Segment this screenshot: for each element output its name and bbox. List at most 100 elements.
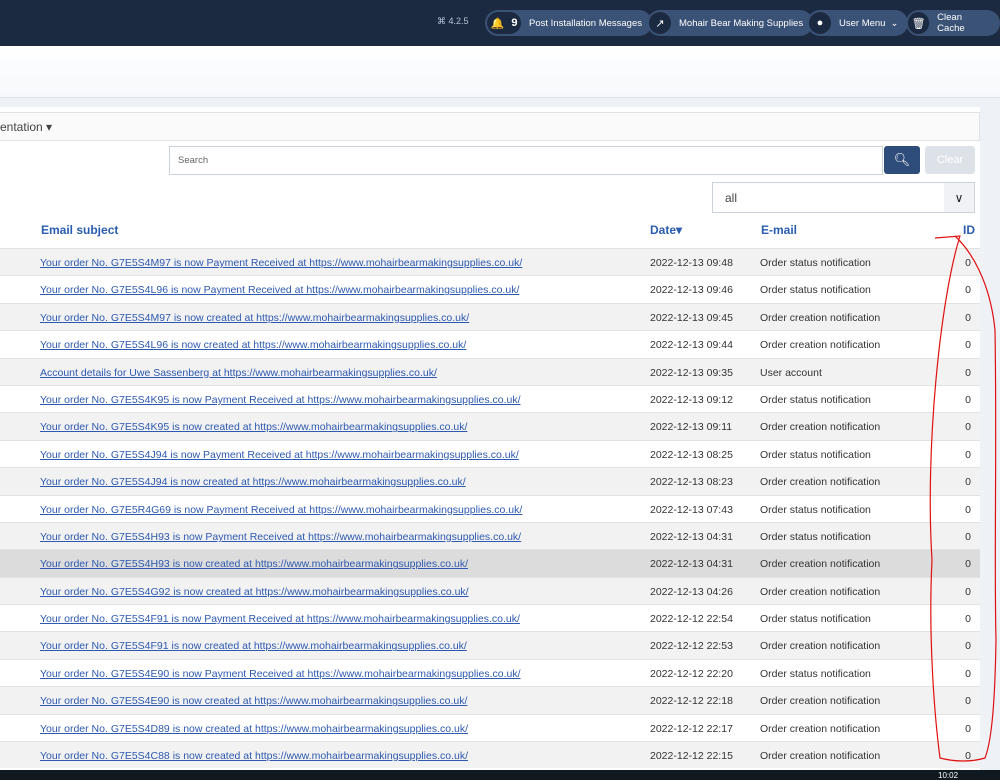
email-subject-link[interactable]: Your order No. G7E5S4K95 is now Payment … (40, 394, 521, 406)
subheader (0, 46, 1000, 98)
email-subject-link[interactable]: Your order No. G7E5S4E90 is now created … (40, 695, 467, 707)
email-subject-link[interactable]: Your order No. G7E5S4H93 is now Payment … (40, 531, 521, 543)
search-icon: 🔍︎ (893, 152, 911, 167)
date-cell: 2022-12-13 04:26 (650, 585, 733, 598)
id-cell: 0 (965, 722, 971, 735)
email-subject-link[interactable]: Your order No. G7E5S4H93 is now created … (40, 558, 468, 570)
id-cell: 0 (965, 393, 971, 406)
clean-cache-button[interactable]: 🗑 Clean Cache (906, 10, 1000, 36)
site-label: Mohair Bear Making Supplies (679, 17, 804, 29)
date-cell: 2022-12-13 08:23 (650, 476, 733, 489)
email-subject-link[interactable]: Your order No. G7E5S4M97 is now created … (40, 312, 469, 324)
email-type-cell: Order status notification (760, 530, 871, 543)
email-subject-link[interactable]: Your order No. G7E5S4K95 is now created … (40, 421, 467, 433)
id-cell: 0 (965, 558, 971, 571)
email-type-cell: Order creation notification (760, 476, 881, 489)
id-cell: 0 (965, 585, 971, 598)
email-subject-link[interactable]: Your order No. G7E5S4L96 is now Payment … (40, 284, 519, 296)
table-row[interactable]: Your order No. G7E5S4K95 is now Payment … (0, 384, 980, 413)
site-link-button[interactable]: ↗ Mohair Bear Making Supplies (647, 10, 814, 36)
taskbar-clock: 10:02 (938, 771, 959, 780)
filter-select[interactable]: all ∨ (712, 182, 975, 213)
id-cell: 0 (965, 257, 971, 269)
bell-icon: 🔔 9 (487, 12, 521, 34)
trash-icon: 🗑 (908, 12, 930, 34)
table-row[interactable]: Your order No. G7E5S4D89 is now created … (0, 713, 980, 742)
table-row[interactable]: Your order No. G7E5S4M97 is now Payment … (0, 248, 980, 276)
email-subject-link[interactable]: Your order No. G7E5S4D89 is now created … (40, 723, 468, 735)
email-subject-link[interactable]: Your order No. G7E5S4M97 is now Payment … (40, 257, 522, 269)
taskbar (0, 770, 1000, 780)
table-row[interactable]: Your order No. G7E5S4L96 is now Payment … (0, 275, 980, 303)
email-type-cell: Order creation notification (760, 695, 881, 708)
table-row[interactable]: Your order No. G7E5S4M97 is now created … (0, 302, 980, 331)
email-subject-link[interactable]: Account details for Uwe Sassenberg at ht… (40, 367, 437, 379)
table-row[interactable]: Your order No. G7E5S4H93 is now Payment … (0, 521, 980, 550)
date-cell: 2022-12-13 09:12 (650, 393, 733, 406)
table-row[interactable]: Your order No. G7E5S4H93 is now created … (0, 549, 980, 577)
email-type-cell: Order status notification (760, 613, 871, 626)
id-cell: 0 (965, 530, 971, 543)
id-cell: 0 (965, 640, 971, 653)
id-cell: 0 (965, 366, 971, 379)
email-type-cell: Order status notification (760, 503, 871, 516)
email-type-cell: Order creation notification (760, 585, 881, 598)
table-row[interactable]: Your order No. G7E5S4J94 is now Payment … (0, 439, 980, 468)
toolbar-dropdown[interactable]: entation ▾ (0, 112, 980, 141)
table-row[interactable]: Your order No. G7E5S4E90 is now created … (0, 686, 980, 714)
date-cell: 2022-12-13 04:31 (650, 530, 733, 543)
email-table: Your order No. G7E5S4M97 is now Payment … (0, 248, 980, 769)
column-header-subject[interactable]: Email subject (41, 223, 118, 237)
date-cell: 2022-12-13 09:11 (650, 421, 733, 434)
toolbar-label: entation ▾ (0, 120, 53, 134)
id-cell: 0 (965, 667, 971, 680)
email-type-cell: Order status notification (760, 448, 871, 461)
column-header-email[interactable]: E-mail (761, 223, 797, 237)
search-input[interactable]: Search (169, 146, 883, 175)
email-subject-link[interactable]: Your order No. G7E5R4G69 is now Payment … (40, 504, 522, 516)
joomla-version: ⌘ 4.2.5 (437, 16, 469, 26)
email-subject-link[interactable]: Your order No. G7E5S4G92 is now created … (40, 586, 469, 598)
search-button[interactable]: 🔍︎ (884, 146, 920, 174)
scrollbar[interactable] (980, 107, 1000, 770)
post-installation-messages-button[interactable]: 🔔 9 Post Installation Messages (485, 10, 653, 36)
clear-button[interactable]: Clear (925, 146, 975, 174)
table-row[interactable]: Your order No. G7E5S4J94 is now created … (0, 467, 980, 495)
table-row[interactable]: Your order No. G7E5S4G92 is now created … (0, 576, 980, 605)
table-row[interactable]: Your order No. G7E5R4G69 is now Payment … (0, 494, 980, 522)
email-subject-link[interactable]: Your order No. G7E5S4C88 is now created … (40, 750, 468, 762)
email-type-cell: Order status notification (760, 667, 871, 680)
table-row[interactable]: Your order No. G7E5S4F91 is now created … (0, 631, 980, 659)
column-header-id[interactable]: ID (963, 223, 975, 237)
email-type-cell: Order creation notification (760, 558, 881, 571)
column-header-date[interactable]: Date▾ (650, 223, 682, 237)
post-install-label: Post Installation Messages (529, 17, 643, 29)
id-cell: 0 (965, 421, 971, 434)
table-row[interactable]: Your order No. G7E5S4L96 is now created … (0, 330, 980, 358)
email-subject-link[interactable]: Your order No. G7E5S4E90 is now Payment … (40, 668, 521, 680)
id-cell: 0 (965, 695, 971, 708)
email-type-cell: Order status notification (760, 257, 871, 269)
id-cell: 0 (965, 284, 971, 297)
table-row[interactable]: Your order No. G7E5S4F91 is now Payment … (0, 604, 980, 632)
id-cell: 0 (965, 339, 971, 352)
email-subject-link[interactable]: Your order No. G7E5S4J94 is now Payment … (40, 449, 519, 461)
table-row[interactable]: Your order No. G7E5S4C88 is now created … (0, 741, 980, 769)
email-subject-link[interactable]: Your order No. G7E5S4J94 is now created … (40, 476, 466, 488)
id-cell: 0 (965, 311, 971, 324)
email-subject-link[interactable]: Your order No. G7E5S4L96 is now created … (40, 339, 466, 351)
table-row[interactable]: Your order No. G7E5S4E90 is now Payment … (0, 658, 980, 687)
user-menu-button[interactable]: ● User Menu ⌄ (807, 10, 909, 36)
date-cell: 2022-12-13 09:35 (650, 366, 733, 379)
email-type-cell: Order creation notification (760, 311, 881, 324)
notification-count: 9 (511, 17, 518, 29)
id-cell: 0 (965, 613, 971, 626)
email-subject-link[interactable]: Your order No. G7E5S4F91 is now created … (40, 640, 467, 652)
email-type-cell: Order status notification (760, 284, 871, 297)
email-subject-link[interactable]: Your order No. G7E5S4F91 is now Payment … (40, 613, 520, 625)
table-row[interactable]: Account details for Uwe Sassenberg at ht… (0, 357, 980, 385)
email-type-cell: Order creation notification (760, 750, 881, 763)
id-cell: 0 (965, 448, 971, 461)
table-row[interactable]: Your order No. G7E5S4K95 is now created … (0, 412, 980, 440)
email-type-cell: Order creation notification (760, 722, 881, 735)
